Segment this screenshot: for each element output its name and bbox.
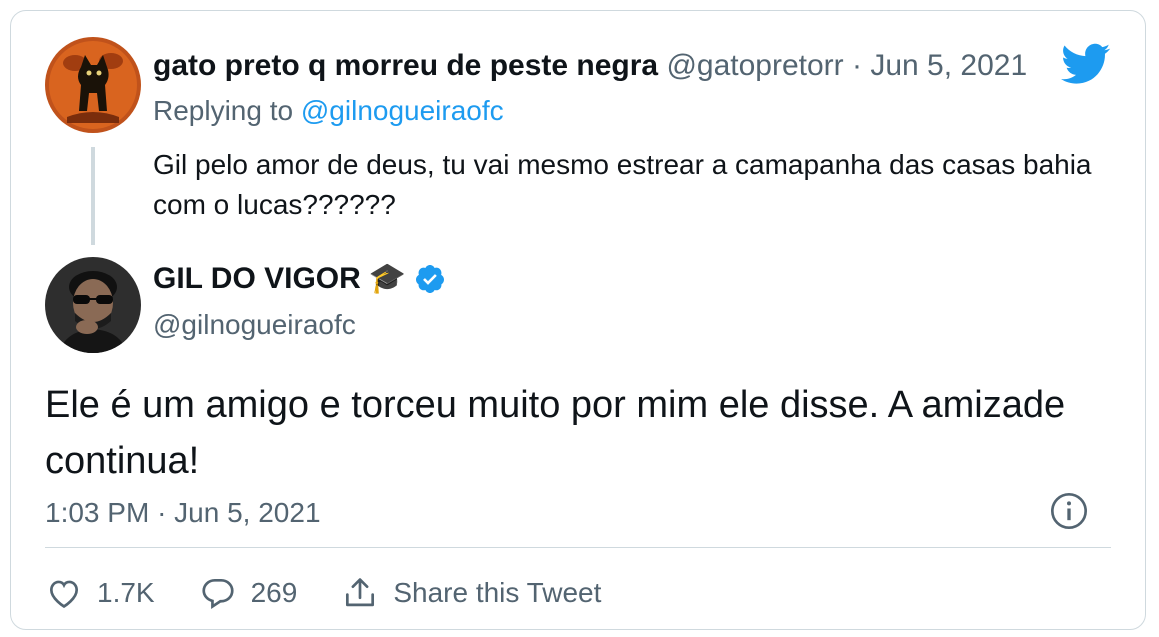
twitter-bird-icon[interactable] xyxy=(1061,39,1111,89)
tweet-actions-bar: 1.7K 269 Share this Tweet xyxy=(45,571,645,615)
header-separator: · xyxy=(851,49,862,82)
replying-to-handle[interactable]: @gilnogueiraofc xyxy=(301,95,504,126)
like-button[interactable]: 1.7K xyxy=(45,574,155,612)
tweet-date[interactable]: Jun 5, 2021 xyxy=(174,497,320,528)
reply-tweet-date[interactable]: Jun 5, 2021 xyxy=(870,49,1027,82)
reply-author-handle[interactable]: @gatopretorr xyxy=(666,49,843,82)
reply-count: 269 xyxy=(250,577,298,608)
share-tweet-button[interactable]: Share this Tweet xyxy=(341,574,601,612)
thread-connector-line xyxy=(91,147,95,245)
tweet-timestamp[interactable]: 1:03 PM · Jun 5, 2021 xyxy=(45,497,321,529)
tweet-embed-card: gato preto q morreu de peste negra @gato… xyxy=(10,10,1146,630)
share-icon xyxy=(346,578,375,607)
graduation-cap-emoji: 🎓 xyxy=(368,262,407,295)
tweet-time[interactable]: 1:03 PM xyxy=(45,497,149,528)
info-icon[interactable] xyxy=(1049,491,1089,531)
reply-author-avatar[interactable] xyxy=(45,37,141,133)
reply-tweet-header: gato preto q morreu de peste negra @gato… xyxy=(153,49,1027,83)
main-author-handle[interactable]: @gilnogueiraofc xyxy=(153,309,356,341)
reply-author-name[interactable]: gato preto q morreu de peste negra xyxy=(153,49,658,82)
heart-icon xyxy=(49,580,79,609)
reply-button[interactable]: 269 xyxy=(199,574,298,612)
replying-to-label: Replying to xyxy=(153,95,294,126)
reply-tweet-text: Gil pelo amor de deus, tu vai mesmo estr… xyxy=(153,149,1092,220)
verified-badge-icon xyxy=(416,264,445,293)
main-author-name-row: GIL DO VIGOR 🎓 xyxy=(153,261,446,296)
share-label: Share this Tweet xyxy=(393,577,602,608)
like-count: 1.7K xyxy=(97,577,155,608)
replying-to-line: Replying to @gilnogueiraofc xyxy=(153,95,504,127)
timestamp-separator: · xyxy=(157,497,167,528)
reply-bubble-icon xyxy=(202,578,234,609)
main-author-avatar[interactable] xyxy=(45,257,141,353)
main-tweet-text: Ele é um amigo e torceu muito por mim el… xyxy=(45,384,1066,482)
actions-divider xyxy=(45,547,1111,548)
main-author-name[interactable]: GIL DO VIGOR xyxy=(153,262,361,296)
